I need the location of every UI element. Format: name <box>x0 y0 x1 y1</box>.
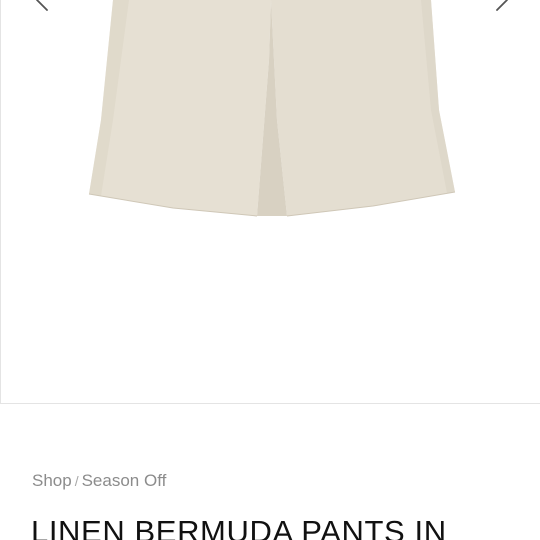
breadcrumb-separator: / <box>74 473 79 489</box>
chevron-right-icon[interactable] <box>489 0 517 14</box>
chevron-left-icon[interactable] <box>27 0 55 14</box>
breadcrumb: Shop / Season Off <box>32 470 166 492</box>
breadcrumb-shop-link[interactable]: Shop <box>32 471 72 490</box>
product-title: LINEN BERMUDA PANTS IN <box>31 514 447 540</box>
product-gallery[interactable] <box>0 0 540 404</box>
product-page: Shop / Season Off LINEN BERMUDA PANTS IN <box>0 0 540 540</box>
product-image <box>88 0 456 217</box>
breadcrumb-season-off-link[interactable]: Season Off <box>82 471 167 490</box>
